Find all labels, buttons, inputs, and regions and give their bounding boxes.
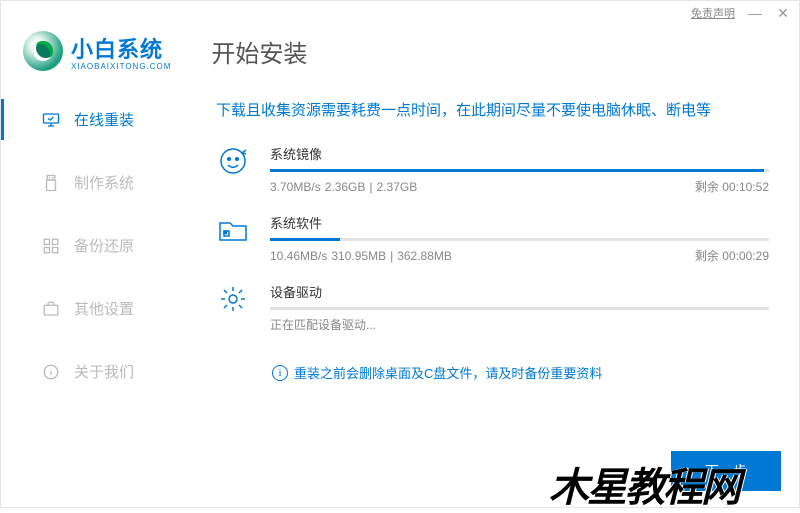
info-icon <box>42 363 60 381</box>
info-icon: i <box>272 365 288 381</box>
sidebar-item-about[interactable]: 关于我们 <box>1 351 166 392</box>
sidebar-item-reinstall[interactable]: 在线重装 <box>1 99 166 140</box>
sidebar-item-label: 关于我们 <box>74 361 134 382</box>
download-hint: 下载且收集资源需要耗费一点时间，在此期间尽量不要使电脑休眠、断电等 <box>216 81 769 144</box>
task-status: 正在匹配设备驱动... <box>270 316 376 333</box>
folder-icon <box>216 213 250 247</box>
usb-icon <box>42 174 60 192</box>
task-stats: 3.70MB/s 2.36GB | 2.37GB <box>270 178 417 195</box>
gear-icon <box>216 282 250 316</box>
task-system-software: 系统软件 10.46MB/s 310.95MB | 362.88MB 剩余 00… <box>216 213 769 264</box>
next-button[interactable]: 下一步 <box>671 451 781 491</box>
task-title: 设备驱动 <box>270 282 769 301</box>
progress-bar <box>270 238 769 241</box>
brand-name: 小白系统 <box>71 32 171 64</box>
task-drivers: 设备驱动 正在匹配设备驱动... <box>216 282 769 333</box>
page-title: 开始安装 <box>211 34 307 69</box>
sidebar-item-label: 在线重装 <box>74 109 134 130</box>
sidebar-item-label: 备份还原 <box>74 235 134 256</box>
minimize-button[interactable]: — <box>747 5 763 21</box>
face-icon <box>216 144 250 178</box>
warning-notice: i 重装之前会删除桌面及C盘文件，请及时备份重要资料 <box>216 363 769 382</box>
progress-fill <box>270 238 340 241</box>
task-system-image: 系统镜像 3.70MB/s 2.36GB | 2.37GB 剩余 00:10:5… <box>216 144 769 195</box>
logo-icon <box>23 31 63 71</box>
sidebar-item-label: 其他设置 <box>74 298 134 319</box>
task-remaining: 剩余 00:00:29 <box>695 247 769 264</box>
monitor-icon <box>42 111 60 129</box>
progress-bar <box>270 307 769 310</box>
sidebar-item-backup[interactable]: 备份还原 <box>1 225 166 266</box>
task-stats: 10.46MB/s 310.95MB | 362.88MB <box>270 247 452 264</box>
task-remaining: 剩余 00:10:52 <box>695 178 769 195</box>
task-title: 系统软件 <box>270 213 769 232</box>
sidebar: 在线重装 制作系统 备份还原 其他设置 关于我们 <box>1 81 166 487</box>
briefcase-icon <box>42 300 60 318</box>
progress-bar <box>270 169 769 172</box>
brand-sub: XIAOBAIXITONG.COM <box>71 62 171 71</box>
progress-fill <box>270 169 764 172</box>
sidebar-item-label: 制作系统 <box>74 172 134 193</box>
brand-logo: 小白系统 XIAOBAIXITONG.COM <box>23 31 171 71</box>
notice-text: 重装之前会删除桌面及C盘文件，请及时备份重要资料 <box>294 363 602 382</box>
disclaimer-link[interactable]: 免责声明 <box>691 5 735 21</box>
sidebar-item-settings[interactable]: 其他设置 <box>1 288 166 329</box>
sidebar-item-makesystem[interactable]: 制作系统 <box>1 162 166 203</box>
task-title: 系统镜像 <box>270 144 769 163</box>
grid-icon <box>42 237 60 255</box>
close-button[interactable]: ✕ <box>775 5 791 22</box>
